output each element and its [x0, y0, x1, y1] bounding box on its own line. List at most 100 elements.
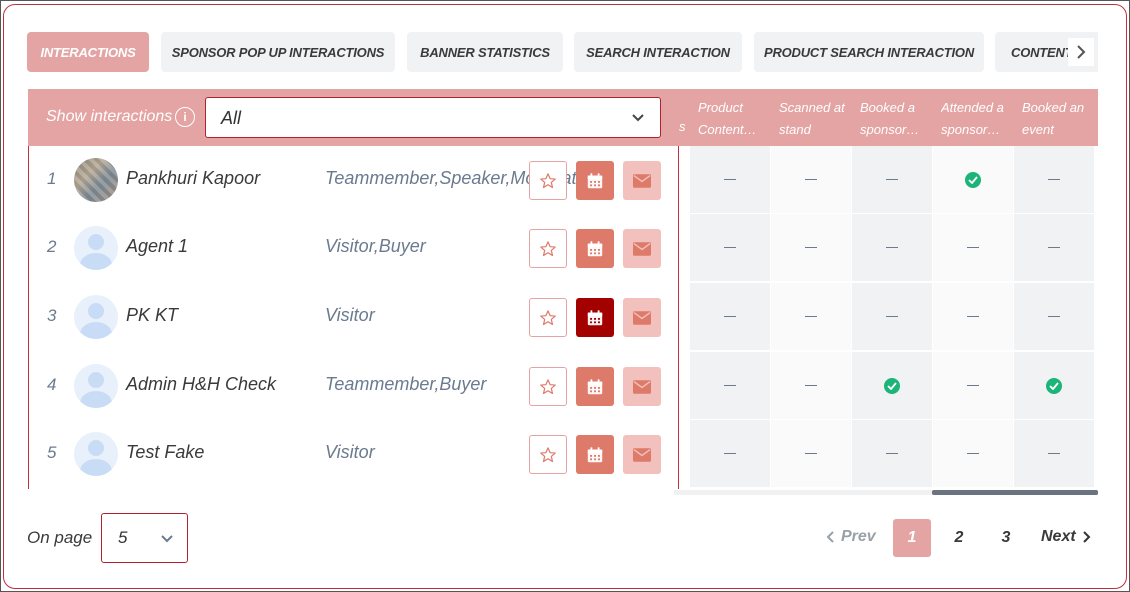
dash-icon	[1048, 246, 1060, 249]
star-icon	[540, 378, 556, 394]
column-header-booked-a-sponsored: Booked a sponsore…	[860, 100, 926, 137]
avatar-placeholder-icon	[74, 226, 118, 270]
mail-icon	[633, 310, 651, 325]
calendar-icon	[587, 446, 603, 462]
table-row: 4 Admin H&H Check Teammember,Buyer	[29, 352, 678, 420]
avatar-placeholder-icon	[74, 295, 118, 339]
mail-icon	[633, 447, 651, 462]
send-message-button[interactable]	[623, 435, 661, 474]
dash-icon	[967, 315, 979, 318]
favorite-button[interactable]	[529, 161, 567, 200]
dash-icon	[1048, 315, 1060, 318]
row-number: 2	[47, 237, 57, 256]
calendar-icon	[587, 240, 603, 256]
page-button-2[interactable]: 2	[940, 519, 978, 557]
dash-icon	[967, 384, 979, 387]
schedule-meeting-button[interactable]	[576, 367, 614, 406]
chevron-right-icon	[1082, 531, 1091, 543]
dash-icon	[967, 452, 979, 455]
row-number: 4	[47, 375, 57, 394]
table-row: 2 Agent 1 Visitor,Buyer	[29, 214, 678, 282]
chevron-down-icon	[161, 535, 173, 543]
dash-icon	[724, 384, 736, 387]
interactions-filter-select[interactable]: All	[205, 97, 661, 138]
send-message-button[interactable]	[623, 161, 661, 200]
table-header-left: Show interactions i All	[28, 89, 679, 146]
favorite-button[interactable]	[529, 229, 567, 268]
table-row: 3 PK KT Visitor	[29, 283, 678, 351]
dash-icon	[805, 384, 817, 387]
favorite-button[interactable]	[529, 298, 567, 337]
interaction-cell	[690, 283, 770, 350]
person-name: PK KT	[126, 305, 179, 325]
info-icon[interactable]: i	[175, 107, 195, 127]
schedule-meeting-button[interactable]	[576, 435, 614, 474]
row-number: 5	[47, 443, 57, 462]
page-button-1[interactable]: 1	[893, 519, 931, 557]
dash-icon	[967, 246, 979, 249]
person-name: Pankhuri Kapoor	[126, 168, 261, 188]
calendar-icon	[587, 172, 603, 188]
tab-banner-statistics[interactable]: BANNER STATISTICS	[407, 32, 563, 72]
person-name: Admin H&H Check	[126, 374, 277, 394]
send-message-button[interactable]	[623, 229, 661, 268]
next-page-button[interactable]: Next	[1041, 528, 1091, 546]
dash-icon	[805, 315, 817, 318]
prev-label: Prev	[841, 528, 876, 545]
interaction-cell	[771, 352, 851, 419]
interaction-cell	[1014, 420, 1094, 487]
interaction-cell	[933, 420, 1013, 487]
table-row: 1 Pankhuri Kapoor Teammember,Speaker,Moder…	[29, 146, 678, 214]
star-icon	[540, 309, 556, 325]
table-row: 5 Test Fake Visitor	[29, 420, 678, 488]
table-body-right	[679, 146, 1098, 489]
on-page-label: On page	[27, 528, 93, 547]
prev-page-button[interactable]: Prev	[826, 528, 876, 546]
interaction-cell	[852, 352, 932, 419]
page-size-select[interactable]: 5	[101, 513, 188, 563]
dash-icon	[805, 246, 817, 249]
schedule-meeting-button[interactable]	[576, 298, 614, 337]
chevron-left-icon	[826, 531, 834, 543]
interaction-cell	[1014, 352, 1094, 419]
schedule-meeting-button[interactable]	[576, 161, 614, 200]
dash-icon	[724, 246, 736, 249]
interaction-cell	[1014, 146, 1094, 213]
avatar	[74, 158, 118, 202]
horizontal-scrollbar-thumb[interactable]	[932, 490, 1098, 495]
column-header-fragment: s	[679, 119, 686, 134]
calendar-icon	[587, 378, 603, 394]
dash-icon	[886, 315, 898, 318]
interaction-cell	[771, 146, 851, 213]
check-circle-icon	[965, 171, 981, 188]
column-header-product-content: Product Content…	[698, 100, 757, 137]
row-number: 1	[47, 169, 57, 188]
tab-interactions[interactable]: INTERACTIONS	[27, 32, 149, 72]
tab-product-search-interaction[interactable]: PRODUCT SEARCH INTERACTION	[754, 32, 984, 72]
star-icon	[540, 240, 556, 256]
send-message-button[interactable]	[623, 298, 661, 337]
page-button-3[interactable]: 3	[987, 519, 1025, 557]
dash-icon	[805, 452, 817, 455]
send-message-button[interactable]	[623, 367, 661, 406]
dash-icon	[805, 178, 817, 181]
interaction-cell	[1014, 283, 1094, 350]
favorite-button[interactable]	[529, 367, 567, 406]
interaction-cell	[771, 214, 851, 281]
column-header-scanned-at-stand: Scanned at stand	[779, 100, 845, 137]
favorite-button[interactable]	[529, 435, 567, 474]
tab-search-interaction[interactable]: SEARCH INTERACTION	[574, 32, 742, 72]
dash-icon	[886, 452, 898, 455]
dash-icon	[886, 178, 898, 181]
interaction-cell	[771, 420, 851, 487]
tab-bar: INTERACTIONS SPONSOR POP UP INTERACTIONS…	[27, 32, 1098, 72]
tab-sponsor-pop-up-interactions[interactable]: SPONSOR POP UP INTERACTIONS	[161, 32, 395, 72]
interaction-cell	[852, 214, 932, 281]
check-circle-icon	[1046, 377, 1062, 394]
chevron-right-icon	[1077, 45, 1086, 59]
tabs-scroll-right-button[interactable]	[1068, 38, 1094, 66]
column-header-attended-a-sponsored: Attended a sponsore…	[941, 100, 1007, 137]
interaction-cell	[852, 146, 932, 213]
dash-icon	[724, 452, 736, 455]
schedule-meeting-button[interactable]	[576, 229, 614, 268]
